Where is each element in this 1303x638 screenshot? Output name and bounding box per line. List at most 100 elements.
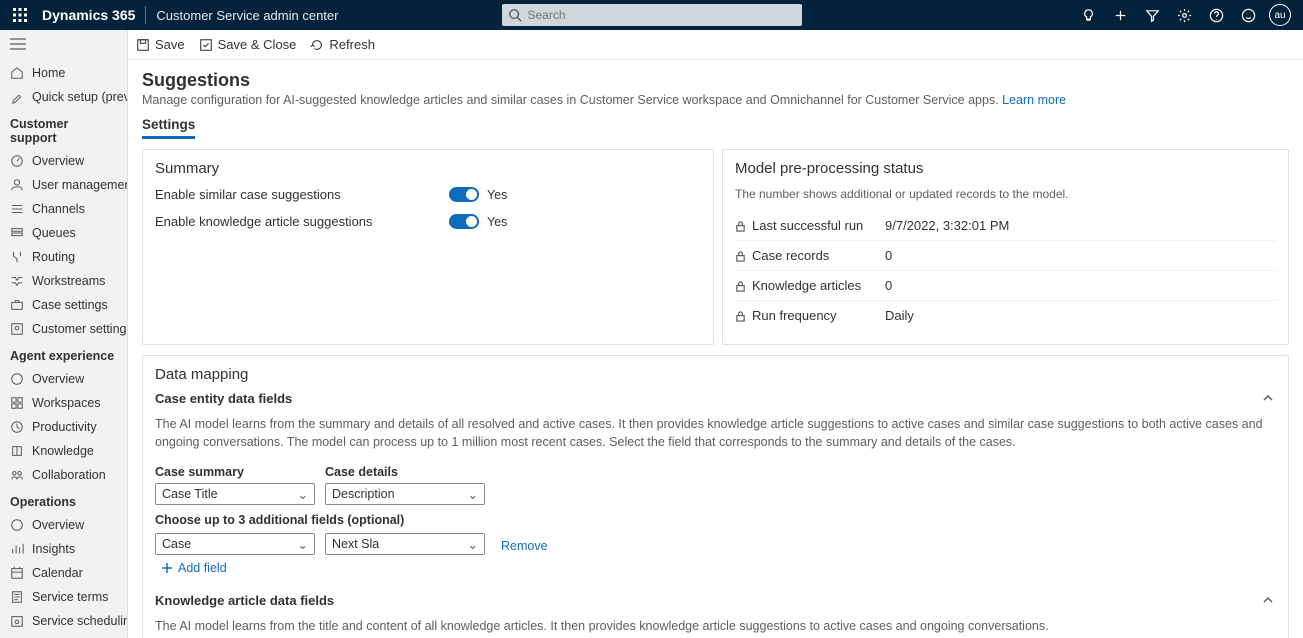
lock-icon [735,310,746,321]
sidebar-item-miscellaneous[interactable]: Miscellaneous [0,633,127,638]
sidebar-item-overview-cs[interactable]: Overview [0,149,127,173]
page-description-text: Manage configuration for AI-suggested kn… [142,93,999,107]
status-label: Knowledge articles [752,278,861,293]
topbar: Dynamics 365 Customer Service admin cent… [0,0,1303,30]
channels-icon [10,202,24,216]
case-details-label: Case details [325,465,485,479]
additional-field-2-select[interactable]: Next Sla ⌄ [325,533,485,555]
case-details-select[interactable]: Description ⌄ [325,483,485,505]
main: Save Save & Close Refresh Suggestions Ma… [128,30,1303,638]
status-card: Model pre-processing status The number s… [722,149,1289,345]
save-close-label: Save & Close [218,37,297,52]
avatar[interactable]: au [1265,0,1295,30]
additional-field-1-select[interactable]: Case ⌄ [155,533,315,555]
status-heading: Model pre-processing status [735,160,1276,177]
sidebar-item-label: Routing [32,250,75,264]
status-row-knowledge-articles: Knowledge articles 0 [735,271,1276,301]
sidebar-item-label: Insights [32,542,75,556]
sidebar-item-label: Workstreams [32,274,105,288]
status-value: 9/7/2022, 3:32:01 PM [885,218,1009,233]
sidebar-item-quick-setup[interactable]: Quick setup (previ... [0,85,127,109]
rocket-icon [10,90,24,104]
sidebar-item-calendar[interactable]: Calendar [0,561,127,585]
sidebar-item-insights[interactable]: Insights [0,537,127,561]
app-subtitle: Customer Service admin center [156,8,338,23]
status-row-run-frequency: Run frequency Daily [735,301,1276,330]
refresh-button[interactable]: Refresh [310,37,375,52]
sidebar-item-home[interactable]: Home [0,61,127,85]
hamburger-icon[interactable] [0,30,127,61]
sidebar-item-label: Collaboration [32,468,106,482]
data-mapping-heading: Data mapping [155,366,1276,383]
remove-field-link[interactable]: Remove [501,539,548,555]
sidebar-item-overview-op[interactable]: Overview [0,513,127,537]
additional-field-1-value: Case [162,537,191,551]
sidebar-item-workstreams[interactable]: Workstreams [0,269,127,293]
sidebar-item-service-scheduling[interactable]: Service scheduling [0,609,127,633]
command-bar: Save Save & Close Refresh [128,30,1303,60]
status-row-last-run: Last successful run 9/7/2022, 3:32:01 PM [735,211,1276,241]
case-entity-header[interactable]: Case entity data fields [155,391,1276,406]
sidebar-item-knowledge[interactable]: Knowledge [0,439,127,463]
tab-settings[interactable]: Settings [142,117,195,139]
plus-icon[interactable] [1105,0,1135,30]
home-icon [10,66,24,80]
page-description: Manage configuration for AI-suggested kn… [142,93,1289,107]
sidebar-item-service-terms[interactable]: Service terms [0,585,127,609]
feedback-icon[interactable] [1233,0,1263,30]
chevron-down-icon: ⌄ [298,537,308,552]
lightbulb-icon[interactable] [1073,0,1103,30]
add-field-button[interactable]: Add field [161,561,1276,575]
toggle-similar[interactable] [449,187,479,202]
sidebar-item-customer-settings[interactable]: Customer settings [0,317,127,341]
article-entity-header[interactable]: Knowledge article data fields [155,593,1276,608]
productivity-icon [10,420,24,434]
sidebar-item-label: Queues [32,226,76,240]
case-entity-description: The AI model learns from the summary and… [155,416,1276,451]
toggle-knowledge-state: Yes [487,215,507,229]
sidebar-item-workspaces[interactable]: Workspaces [0,391,127,415]
settings-icon[interactable] [1169,0,1199,30]
status-label: Last successful run [752,218,863,233]
sidebar-item-routing[interactable]: Routing [0,245,127,269]
status-row-case-records: Case records 0 [735,241,1276,271]
help-icon[interactable] [1201,0,1231,30]
additional-fields-label: Choose up to 3 additional fields (option… [155,513,1276,527]
divider [145,6,146,24]
toggle-similar-state: Yes [487,188,507,202]
sidebar-item-queues[interactable]: Queues [0,221,127,245]
sidebar-item-case-settings[interactable]: Case settings [0,293,127,317]
page-title: Suggestions [142,70,1289,91]
calendar-icon [10,566,24,580]
chevron-down-icon: ⌄ [468,537,478,552]
sidebar-item-user-management[interactable]: User management [0,173,127,197]
app-launcher-icon[interactable] [8,3,32,27]
save-label: Save [155,37,185,52]
toggle-similar-label: Enable similar case suggestions [155,187,415,202]
search-wrapper [502,4,802,26]
sidebar-item-label: Channels [32,202,85,216]
sidebar-item-overview-ae[interactable]: Overview [0,367,127,391]
additional-field-2-value: Next Sla [332,537,379,551]
sidebar-item-productivity[interactable]: Productivity [0,415,127,439]
filter-icon[interactable] [1137,0,1167,30]
search-input[interactable] [502,4,802,26]
overview-icon [10,518,24,532]
learn-more-link[interactable]: Learn more [1002,93,1066,107]
sidebar-item-collaboration[interactable]: Collaboration [0,463,127,487]
save-button[interactable]: Save [136,37,185,52]
add-field-label: Add field [178,561,227,575]
case-summary-select[interactable]: Case Title ⌄ [155,483,315,505]
summary-card: Summary Enable similar case suggestions … [142,149,714,345]
sidebar-item-channels[interactable]: Channels [0,197,127,221]
save-close-button[interactable]: Save & Close [199,37,297,52]
data-mapping-card: Data mapping Case entity data fields The… [142,355,1289,638]
brand-name: Dynamics 365 [42,7,135,23]
sidebar-item-label: Service terms [32,590,108,604]
case-icon [10,298,24,312]
sidebar-item-label: Overview [32,518,84,532]
toggle-knowledge[interactable] [449,214,479,229]
article-entity-description: The AI model learns from the title and c… [155,618,1276,638]
user-icon [10,178,24,192]
routing-icon [10,250,24,264]
